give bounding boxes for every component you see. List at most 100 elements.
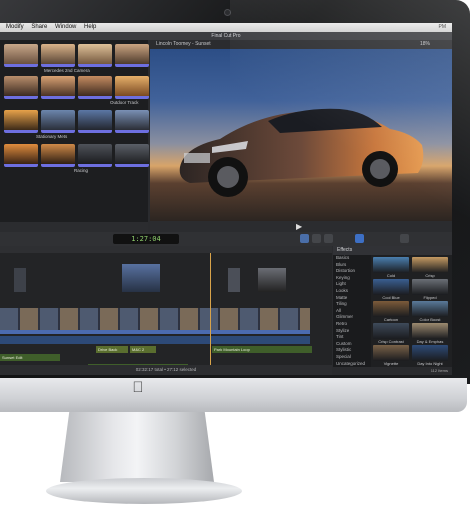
timeline-status: 02:32:17 total • 27:12 selected	[0, 365, 332, 375]
effect-preset[interactable]: Color Boost	[412, 301, 448, 323]
effect-preset[interactable]: Cartoon	[373, 301, 409, 323]
connected-clip[interactable]	[228, 268, 240, 292]
effect-preset[interactable]: Flipped	[412, 279, 448, 301]
effects-category[interactable]: All	[333, 308, 371, 315]
clip-label: Stationary Mets	[36, 134, 68, 139]
effect-preset[interactable]: Crisp Contrast	[373, 323, 409, 345]
title-clip[interactable]: Sunset Edit	[0, 354, 60, 361]
effects-category[interactable]: Looks	[333, 288, 371, 295]
timecode-display: 1:27:04	[113, 234, 179, 244]
effects-category[interactable]: Stylistic	[333, 347, 371, 354]
effects-browser-icon[interactable]	[355, 234, 364, 243]
clip-thumbnail[interactable]	[41, 144, 75, 167]
effect-preset[interactable]: Crisp	[412, 257, 448, 279]
browser-footer	[0, 222, 148, 232]
effects-category[interactable]: Custom	[333, 341, 371, 348]
menu-window[interactable]: Window	[55, 24, 76, 30]
effects-category[interactable]: Blurs	[333, 262, 371, 269]
effect-preset[interactable]: Cold	[373, 257, 409, 279]
playhead[interactable]	[210, 253, 211, 368]
clip-label: Mercedes 2nd Camera	[44, 68, 90, 73]
monitor-stand	[60, 412, 214, 482]
window-title: Final Cut Pro	[0, 32, 452, 40]
clip-row	[4, 144, 149, 170]
effects-header: Effects	[333, 246, 452, 255]
tool-trim-icon[interactable]	[312, 234, 321, 243]
transitions-icon[interactable]	[400, 234, 409, 243]
effect-thumbnail	[412, 279, 448, 295]
effects-category[interactable]: Basics	[333, 255, 371, 262]
effects-category[interactable]: Matte	[333, 295, 371, 302]
effects-category[interactable]: Keying	[333, 275, 371, 282]
timeline-toolbar: 1:27:04	[0, 232, 452, 246]
primary-storyline[interactable]	[0, 308, 310, 334]
connected-clip[interactable]	[122, 264, 160, 292]
event-browser: Mercedes 2nd Camera Outdoor Track Statio…	[0, 40, 149, 232]
audio-track[interactable]	[0, 336, 310, 344]
viewer-image	[150, 49, 452, 221]
menu-modify[interactable]: Modify	[6, 24, 24, 30]
effects-footer: 112 Items	[333, 367, 452, 375]
final-cut-pro-screen: Modify Share Window Help PM Final Cut Pr…	[0, 23, 452, 375]
title-clip[interactable]: Drive Back	[96, 346, 128, 353]
effect-thumbnail	[373, 279, 409, 295]
clip-thumbnail[interactable]	[4, 44, 38, 67]
clip-label: Racing	[74, 168, 89, 173]
clip-thumbnail[interactable]	[115, 144, 149, 167]
clip-thumbnail[interactable]	[115, 44, 149, 67]
clip-thumbnail[interactable]	[115, 76, 149, 99]
clip-label: Outdoor Track	[110, 100, 139, 105]
effect-preset[interactable]: Day Into Night	[412, 345, 448, 367]
effects-category[interactable]: Stylize	[333, 328, 371, 335]
viewer-clip-title: Lincoln Toomey - Sunset	[156, 41, 211, 47]
viewer-zoom[interactable]: 18%	[420, 40, 430, 49]
play-icon[interactable]: ▶	[296, 222, 302, 231]
camera-icon	[224, 9, 231, 16]
clip-thumbnail[interactable]	[4, 76, 38, 99]
effect-thumbnail	[412, 257, 448, 273]
clip-thumbnail[interactable]	[4, 144, 38, 167]
imac-monitor: Modify Share Window Help PM Final Cut Pr…	[0, 0, 475, 412]
apple-logo-icon: 	[131, 380, 145, 396]
effects-category[interactable]: Retro	[333, 321, 371, 328]
effects-category[interactable]: Tiling	[333, 301, 371, 308]
menu-bar: Modify Share Window Help PM	[0, 23, 452, 32]
tool-select-icon[interactable]	[300, 234, 309, 243]
menu-share[interactable]: Share	[31, 24, 47, 30]
effects-categories: Basics Blurs Distortion Keying Light Loo…	[333, 255, 371, 368]
effect-thumbnail	[412, 345, 448, 361]
effects-category[interactable]: Special	[333, 354, 371, 361]
clip-thumbnail[interactable]	[78, 44, 112, 67]
clip-thumbnail[interactable]	[4, 110, 38, 133]
effects-browser: Effects Basics Blurs Distortion Keying L…	[333, 246, 452, 375]
connected-clip[interactable]	[14, 268, 26, 292]
clip-thumbnail[interactable]	[41, 44, 75, 67]
effect-thumbnail	[412, 323, 448, 339]
effects-category[interactable]: Tint	[333, 334, 371, 341]
clip-thumbnail[interactable]	[41, 76, 75, 99]
viewer: Lincoln Toomey - Sunset 18% ▶	[150, 40, 452, 232]
tool-blade-icon[interactable]	[324, 234, 333, 243]
viewer-controls: ▶	[150, 221, 452, 232]
clip-thumbnail[interactable]	[78, 110, 112, 133]
title-clip[interactable]: Park Mountain Loop	[212, 346, 312, 353]
effect-thumbnail	[412, 301, 448, 317]
effect-preset[interactable]: Vignette	[373, 345, 409, 367]
clip-row	[4, 110, 149, 136]
effects-category[interactable]: Distortion	[333, 268, 371, 275]
clip-thumbnail[interactable]	[78, 76, 112, 99]
clip-thumbnail[interactable]	[41, 110, 75, 133]
clip-row	[4, 44, 149, 70]
connected-clip[interactable]	[258, 268, 286, 292]
menu-help[interactable]: Help	[84, 24, 96, 30]
effects-category[interactable]: Light	[333, 281, 371, 288]
viewer-header: Lincoln Toomey - Sunset 18%	[150, 40, 452, 49]
timeline-ruler	[0, 246, 332, 253]
effect-preset[interactable]: Cool Blue	[373, 279, 409, 301]
effect-thumbnail	[373, 301, 409, 317]
clip-thumbnail[interactable]	[78, 144, 112, 167]
effects-category[interactable]: Glimmer	[333, 314, 371, 321]
title-clip[interactable]: M&C 2	[130, 346, 156, 353]
clip-thumbnail[interactable]	[115, 110, 149, 133]
effect-preset[interactable]: Day & Emphas	[412, 323, 448, 345]
